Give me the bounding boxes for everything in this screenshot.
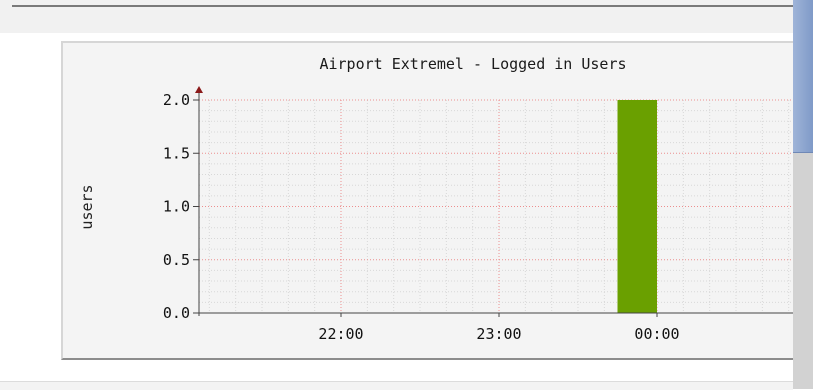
vertical-scrollbar[interactable] [793, 0, 813, 389]
x-tick-label: 00:00 [634, 325, 679, 343]
scrollbar-thumb[interactable] [793, 0, 813, 153]
y-tick-label: 1.0 [163, 198, 190, 216]
data-bar [617, 100, 657, 313]
y-tick-label: 0.0 [163, 304, 190, 322]
y-tick-label: 0.5 [163, 251, 190, 269]
top-band [0, 0, 793, 33]
y-axis-label: users [78, 184, 96, 229]
graph-panel: Airport Extremel - Logged in Users users… [61, 41, 801, 360]
y-tick-label: 1.5 [163, 144, 190, 162]
users-chart: users 0.00.51.01.52.022:0023:0000:0001 [78, 86, 801, 343]
x-tick-label: 23:00 [476, 325, 521, 343]
y-axis-arrow-icon [195, 86, 203, 93]
y-tick-label: 2.0 [163, 91, 190, 109]
divider-line [12, 5, 793, 7]
x-tick-label: 22:00 [318, 325, 363, 343]
